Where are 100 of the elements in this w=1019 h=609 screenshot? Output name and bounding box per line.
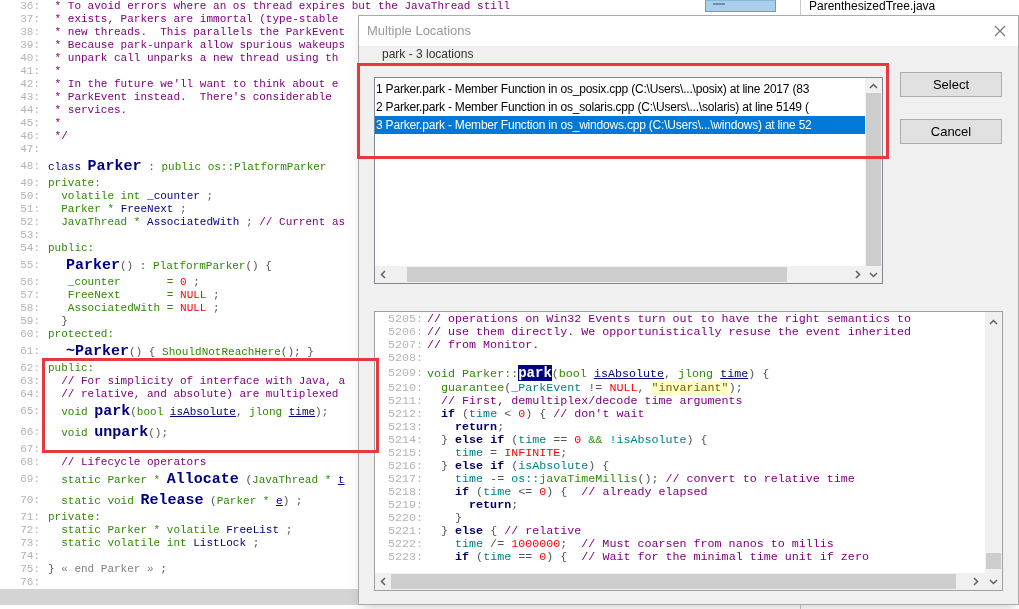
scroll-thumb[interactable] xyxy=(866,93,881,266)
scroll-right-icon[interactable] xyxy=(973,577,979,586)
line-number: 70: xyxy=(19,493,41,508)
code-text: // First, demultiplex/decode time arguments xyxy=(440,395,743,408)
code-text: if (time < 0) { // don't wait xyxy=(440,408,645,421)
location-item[interactable]: 2 Parker.park - Member Function in os_solaris.cpp (C:\Users\...\solaris) at line 5149 ( xyxy=(375,98,865,116)
line-number: 5210: xyxy=(386,382,424,395)
line-number: 52: xyxy=(19,216,41,229)
line-number: 36: xyxy=(19,0,41,13)
code-text: static Parker * Allocate (JavaThread * t xyxy=(60,469,345,490)
line-number: 43: xyxy=(19,91,41,104)
code-text: * In the future we'll want to think about e xyxy=(53,78,339,91)
code-text: // For simplicity of interface with Java, a xyxy=(60,375,346,388)
line-number: 54: xyxy=(19,242,41,255)
line-number: 67: xyxy=(19,443,41,456)
code-text: } xyxy=(454,512,463,525)
line-number: 41: xyxy=(19,65,41,78)
line-number: 71: xyxy=(19,511,41,524)
code-text: protected: xyxy=(48,328,114,341)
scroll-right-icon[interactable] xyxy=(855,270,861,279)
line-number: 5208: xyxy=(386,352,424,365)
location-item[interactable]: 3 Parker.park - Member Function in os_windows.cpp (C:\Users\...\windows) at line 52 xyxy=(375,116,865,134)
scroll-down-icon[interactable] xyxy=(989,578,998,585)
code-text: Parker() : PlatformParker() { xyxy=(65,255,272,276)
line-number: 51: xyxy=(19,203,41,216)
line-number: 59: xyxy=(19,315,41,328)
line-number: 45: xyxy=(19,117,41,130)
line-number: 5222: xyxy=(386,538,424,551)
line-number: 5206: xyxy=(386,326,424,339)
code-text: FreeNext = NULL ; xyxy=(66,289,220,302)
code-text: * ParkEvent instead. There's considerable xyxy=(53,91,332,104)
vertical-scrollbar[interactable] xyxy=(985,312,1002,573)
line-number: 73: xyxy=(19,537,41,550)
code-text: * exists, Parkers are immortal (type-stable xyxy=(53,13,339,26)
horizontal-scrollbar[interactable] xyxy=(375,266,882,283)
code-text: return; xyxy=(454,421,505,434)
line-number: 5205: xyxy=(386,313,424,326)
line-number: 44: xyxy=(19,104,41,117)
code-text: private: xyxy=(48,511,101,524)
line-number: 5220: xyxy=(386,512,424,525)
line-number: 40: xyxy=(19,52,41,65)
code-text: class Parker : public os::PlatformParker xyxy=(48,156,327,177)
code-text: AssociatedWith = NULL ; xyxy=(66,302,220,315)
code-text: } else if (time == 0 && !isAbsolute) { xyxy=(440,434,708,447)
code-text: // operations on Win32 Events turn out to have the right semantics to xyxy=(427,313,911,326)
code-text: return; xyxy=(468,499,519,512)
line-number: 5214: xyxy=(386,434,424,447)
horizontal-scrollbar[interactable] xyxy=(375,573,1002,590)
code-text: * unpark call unparks a new thread using th xyxy=(53,52,339,65)
scroll-left-icon[interactable] xyxy=(380,577,386,586)
code-text: * Because park-unpark allow spurious wakeups xyxy=(53,39,346,52)
close-icon[interactable] xyxy=(994,25,1006,37)
line-number: 5209: xyxy=(386,365,424,382)
code-text: _counter = 0 ; xyxy=(66,276,200,289)
code-text: public: xyxy=(48,242,95,255)
line-number: 58: xyxy=(19,302,41,315)
scroll-up-icon[interactable] xyxy=(869,83,878,89)
line-number: 47: xyxy=(19,143,41,156)
code-text: // from Monitor. xyxy=(427,339,540,352)
line-number: 5216: xyxy=(386,460,424,473)
scroll-down-icon[interactable] xyxy=(869,271,878,278)
code-text: volatile int _counter ; xyxy=(60,190,214,203)
vertical-scrollbar[interactable] xyxy=(865,78,882,266)
line-number: 74: xyxy=(19,550,41,563)
code-text: * services. xyxy=(53,104,128,117)
scroll-up-icon[interactable] xyxy=(989,319,998,325)
line-number: 5212: xyxy=(386,408,424,421)
code-text: * new threads. This parallels the ParkEvent xyxy=(53,26,346,39)
cancel-button[interactable]: Cancel xyxy=(900,119,1002,144)
line-number: 72: xyxy=(19,524,41,537)
line-number: 69: xyxy=(19,472,41,487)
line-number: 42: xyxy=(19,78,41,91)
code-text: time /= 1000000; // Must coarsen from nanos to millis xyxy=(454,538,834,551)
locations-list[interactable] xyxy=(374,77,883,284)
line-number: 68: xyxy=(19,456,41,469)
line-number: 56: xyxy=(19,276,41,289)
code-text: private: xyxy=(48,177,101,190)
code-text: static Parker * volatile FreeList ; xyxy=(60,524,293,537)
code-text: Parker * FreeNext ; xyxy=(60,203,187,216)
line-number: 62: xyxy=(19,362,41,375)
line-number: 63: xyxy=(19,375,41,388)
code-text: // use them directly. We opportunistically resuse the event inherited xyxy=(427,326,911,339)
line-number: 38: xyxy=(19,26,41,39)
thumbnail-drawing xyxy=(705,0,777,12)
code-text: if (time == 0) { // Wait for the minimal time unit if zero xyxy=(454,551,869,564)
code-text: } else { // relative xyxy=(440,525,582,538)
file-name[interactable]: ParenthesizedTree.java xyxy=(809,0,936,12)
location-item[interactable]: 1 Parker.park - Member Function in os_posix.cpp (C:\Users\...\posix) at line 2017 (83 xyxy=(375,80,865,98)
scroll-left-icon[interactable] xyxy=(380,270,386,279)
code-text: // relative, and absolute) are multiplexed xyxy=(60,388,339,401)
line-number: 5218: xyxy=(386,486,424,499)
scroll-thumb[interactable] xyxy=(986,553,1001,569)
line-number: 49: xyxy=(19,177,41,190)
code-text: static volatile int ListLock ; xyxy=(60,537,260,550)
dialog-title: Multiple Locations xyxy=(367,22,472,41)
line-number: 48: xyxy=(19,159,41,174)
code-text: time -= os::javaTimeMillis(); // convert to relative time xyxy=(454,473,855,486)
line-number: 5213: xyxy=(386,421,424,434)
code-text: * xyxy=(53,65,62,78)
select-button[interactable]: Select xyxy=(900,72,1002,97)
